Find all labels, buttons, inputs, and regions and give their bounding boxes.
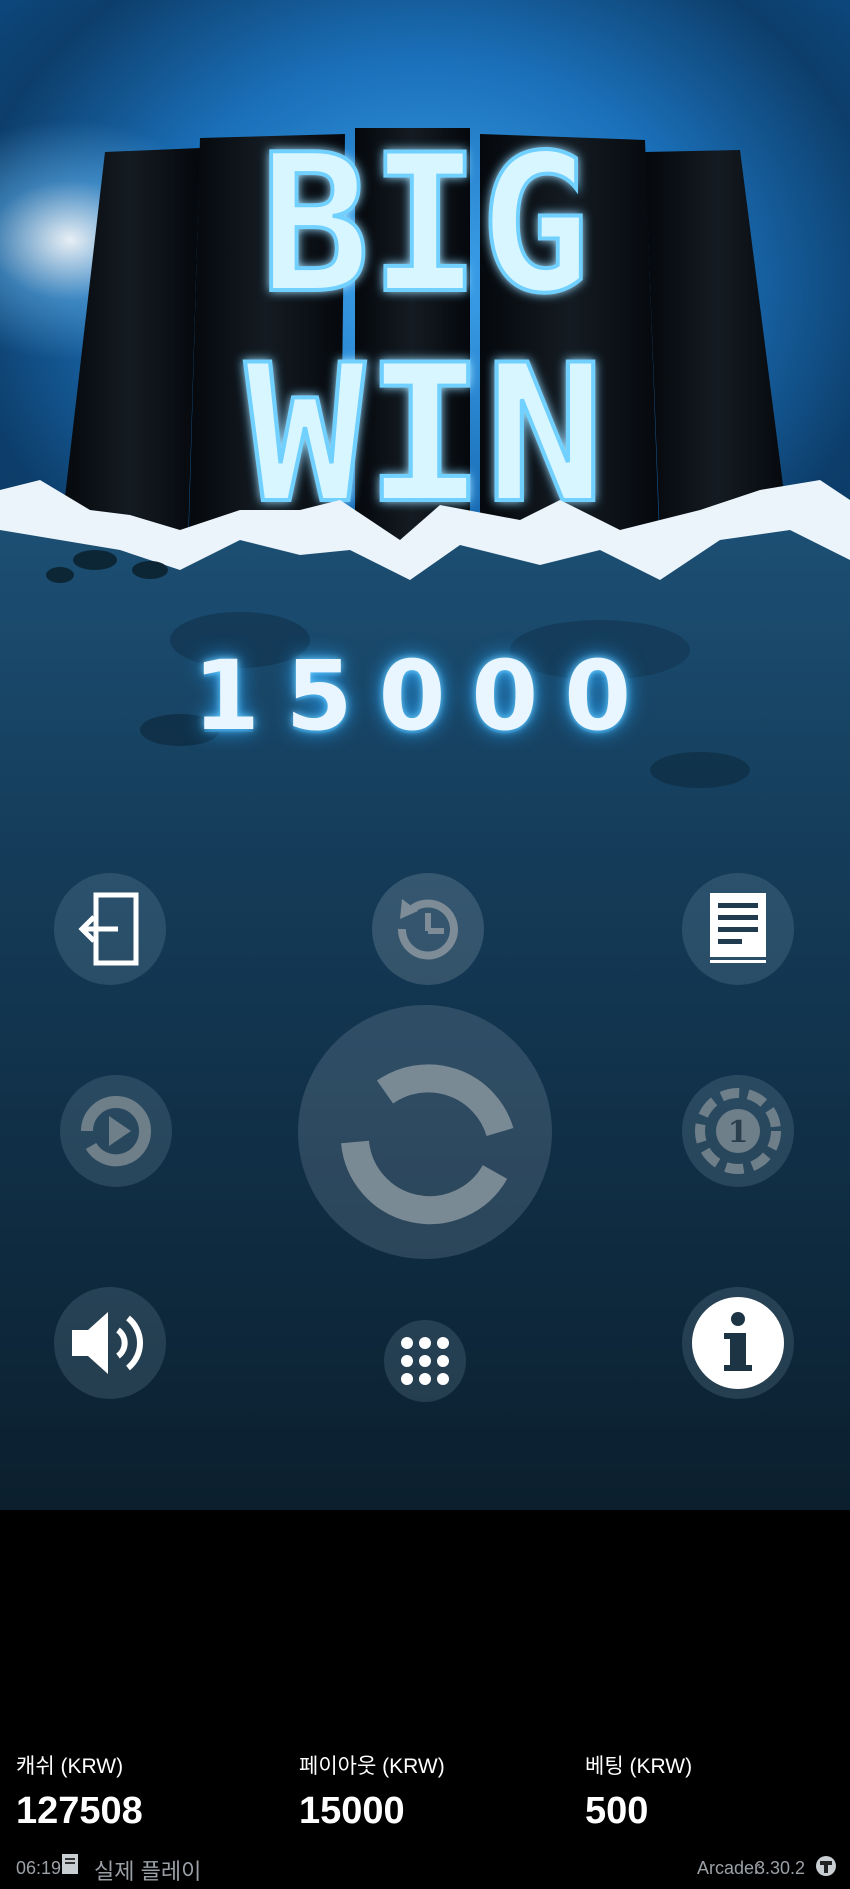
- mode-icon: [62, 1854, 78, 1874]
- bet-display: 베팅 (KRW) 500: [585, 1750, 692, 1833]
- history-clock-icon: [397, 899, 458, 960]
- payout-display: 페이아웃 (KRW) 15000: [299, 1750, 445, 1833]
- history-button[interactable]: [372, 873, 484, 985]
- chip-icon: 1: [695, 1088, 781, 1174]
- document-icon: [710, 893, 766, 963]
- brand-logo-icon: [815, 1855, 837, 1877]
- win-amount: 15000: [193, 640, 657, 752]
- cash-value: 127508: [16, 1790, 143, 1832]
- info-button[interactable]: [682, 1287, 794, 1399]
- version-label: 3.30.2: [755, 1858, 806, 1878]
- svg-text:1: 1: [728, 1115, 749, 1150]
- brand-label: Arcader: [697, 1858, 761, 1878]
- game-viewport: BIG WIN 15000 1: [0, 0, 850, 1510]
- clock: 06:19: [16, 1858, 62, 1878]
- banner-line1: BIG: [260, 120, 590, 335]
- grid-menu-icon: [401, 1337, 449, 1385]
- play-mode: 실제 플레이: [94, 1859, 202, 1884]
- payout-value: 15000: [299, 1790, 405, 1832]
- exit-button[interactable]: [54, 873, 166, 985]
- menu-button[interactable]: [384, 1320, 466, 1402]
- cash-display: 캐쉬 (KRW) 127508: [16, 1750, 143, 1833]
- status-bar: 06:19 실제 플레이 Arcader 3.30.2: [0, 1854, 850, 1884]
- bet-settings-button[interactable]: 1: [682, 1075, 794, 1187]
- spin-button[interactable]: [298, 1005, 552, 1259]
- payout-label: 페이아웃 (KRW): [299, 1755, 445, 1778]
- exit-icon: [78, 892, 139, 966]
- bet-value: 500: [585, 1790, 649, 1832]
- info-icon: [692, 1297, 784, 1389]
- spin-icon: [341, 1064, 514, 1225]
- autoplay-button[interactable]: [60, 1075, 172, 1187]
- autoplay-icon: [81, 1096, 152, 1167]
- speaker-icon: [72, 1312, 143, 1374]
- paytable-button[interactable]: [682, 873, 794, 985]
- bet-label: 베팅 (KRW): [585, 1755, 693, 1778]
- sound-button[interactable]: [54, 1287, 166, 1399]
- cash-label: 캐쉬 (KRW): [16, 1755, 124, 1778]
